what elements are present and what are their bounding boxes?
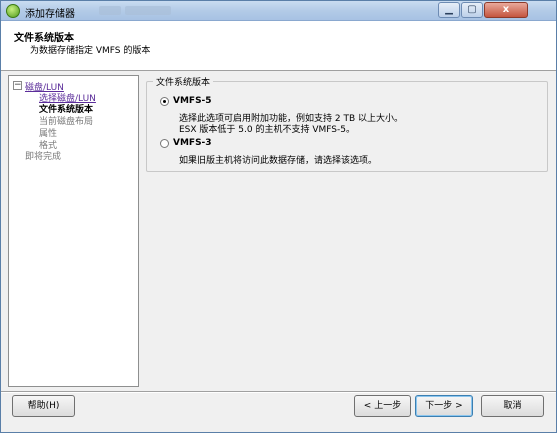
- vmfs3-label[interactable]: VMFS-3: [173, 138, 212, 148]
- wizard-header: 文件系统版本 为数据存储指定 VMFS 的版本: [1, 21, 556, 71]
- page-subtitle: 为数据存储指定 VMFS 的版本: [30, 46, 151, 56]
- cancel-button[interactable]: 取消: [481, 395, 544, 417]
- vmfs5-description: ESX 版本低于 5.0 的主机不支持 VMFS-5。: [179, 125, 355, 135]
- group-title: 文件系统版本: [153, 75, 214, 88]
- window-title: 添加存储器: [25, 9, 75, 20]
- close-icon: x: [502, 4, 510, 15]
- page-title: 文件系统版本: [14, 33, 74, 44]
- file-system-version-group: 文件系统版本 VMFS-5 选择此选项可启用附加功能，例如支持 2 TB 以上大…: [146, 75, 548, 172]
- collapse-icon[interactable]: −: [13, 81, 22, 90]
- wizard-steps-panel: − 磁盘/LUN 选择磁盘/LUN 文件系统版本 当前磁盘布局 属性 格式 即将…: [8, 75, 139, 387]
- app-icon: [6, 4, 20, 18]
- title-bar[interactable]: 添加存储器 ▁ ▢ x: [1, 1, 556, 21]
- help-button[interactable]: 帮助(H): [12, 395, 75, 417]
- maximize-button[interactable]: ▢: [461, 2, 483, 18]
- vmfs3-description: 如果旧版主机将访问此数据存储，请选择该选项。: [179, 156, 378, 166]
- footer-divider: [1, 391, 556, 393]
- add-storage-window: 添加存储器 ▁ ▢ x 文件系统版本 为数据存储指定 VMFS 的版本 − 磁盘…: [0, 0, 557, 433]
- vmfs5-label[interactable]: VMFS-5: [173, 96, 212, 106]
- obscured-area: [125, 6, 171, 15]
- step-ready-to-complete: 即将完成: [25, 152, 62, 162]
- vmfs3-radio[interactable]: [160, 139, 169, 148]
- vmfs5-radio[interactable]: [160, 97, 169, 106]
- minimize-button[interactable]: ▁: [438, 2, 460, 18]
- next-button[interactable]: 下一步 >: [415, 395, 473, 417]
- back-button[interactable]: < 上一步: [354, 395, 411, 417]
- close-button[interactable]: x: [484, 2, 528, 18]
- wizard-content: 文件系统版本 VMFS-5 选择此选项可启用附加功能，例如支持 2 TB 以上大…: [142, 75, 550, 387]
- obscured-area: [99, 6, 121, 15]
